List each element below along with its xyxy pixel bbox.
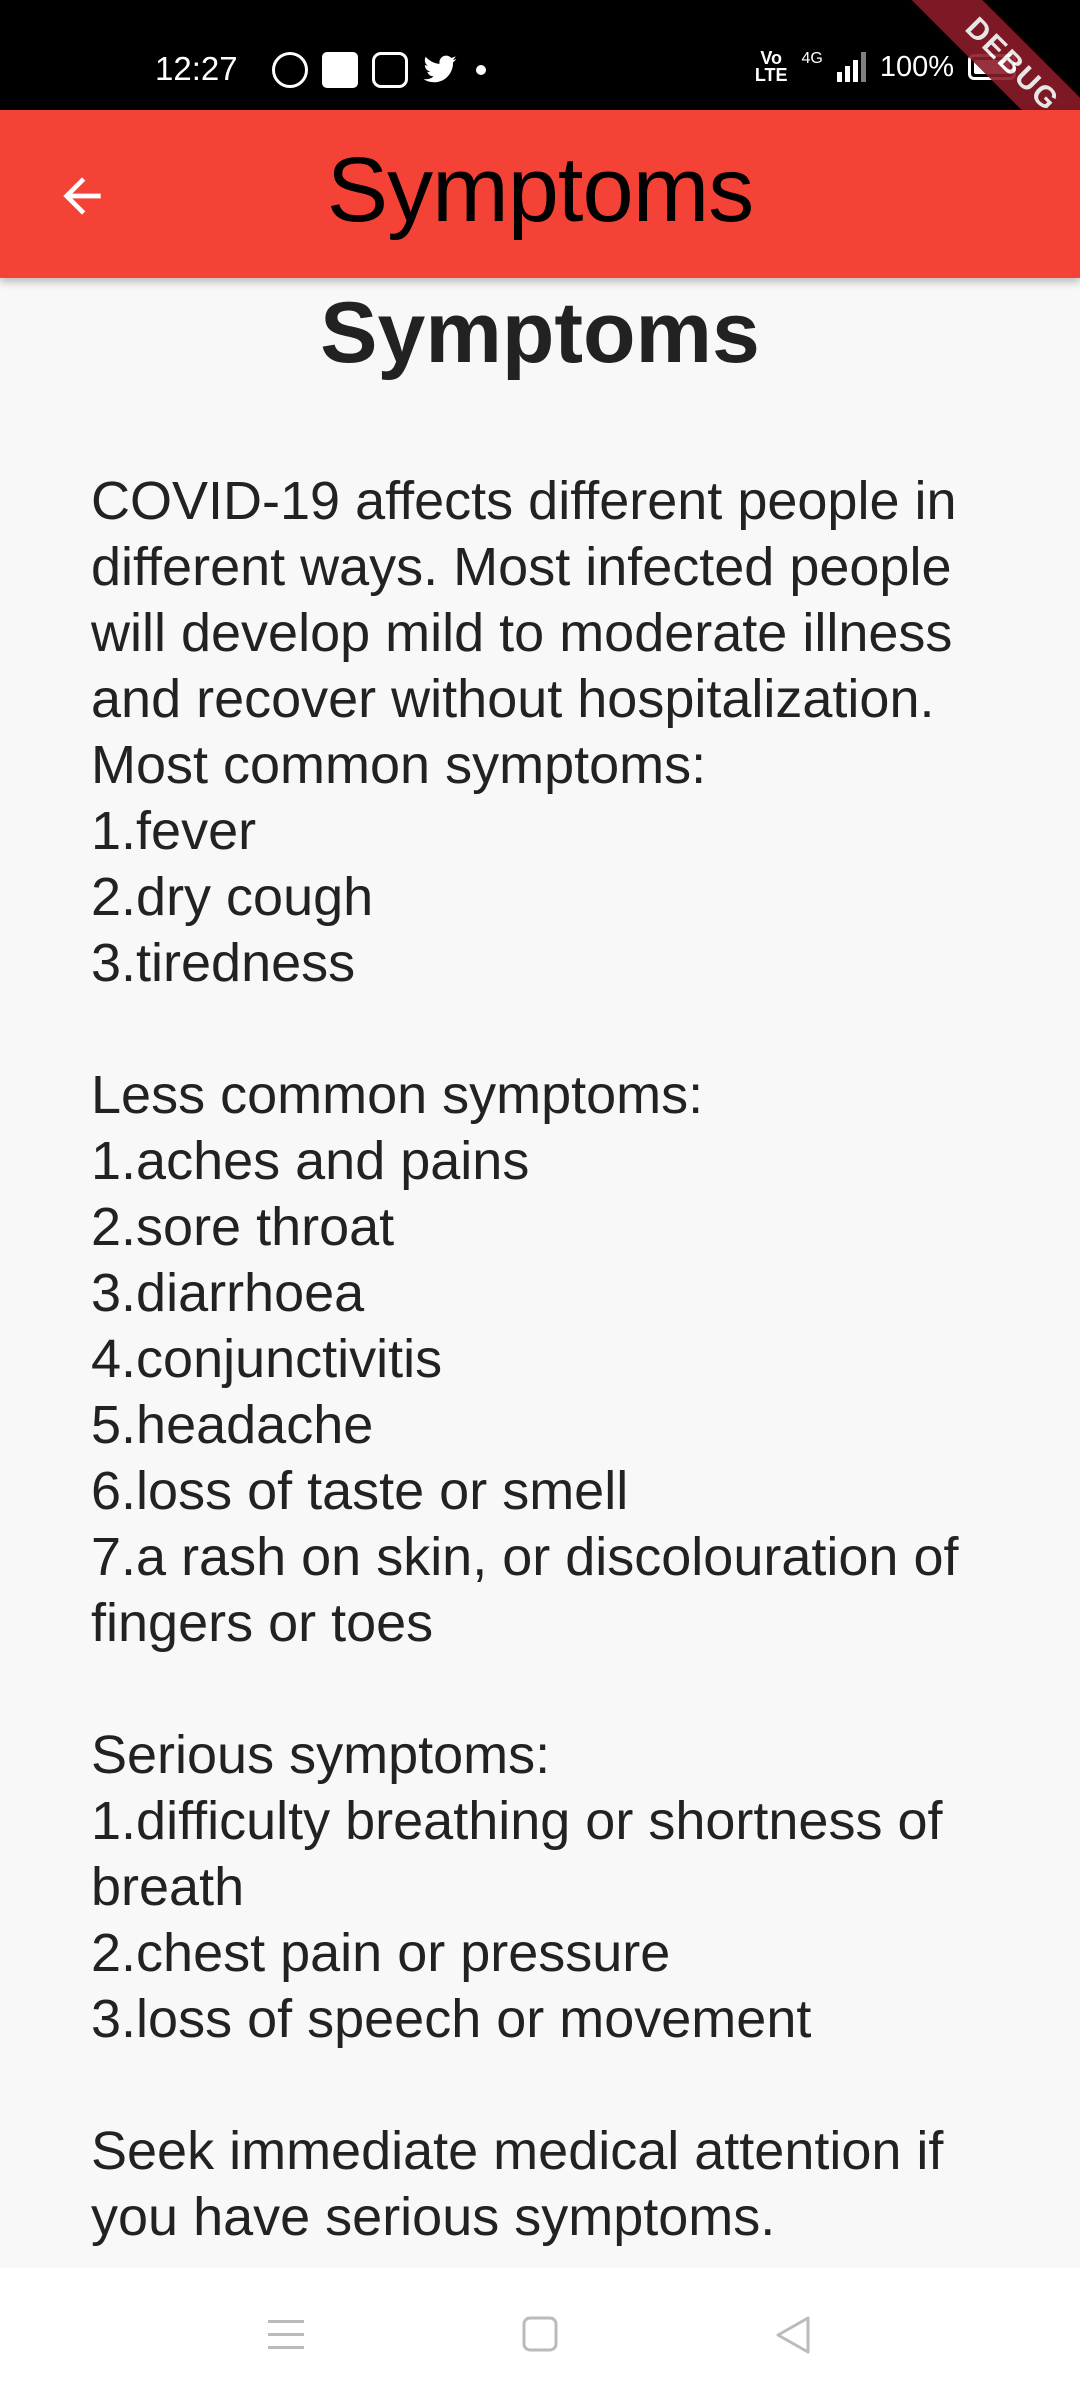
notification-icons	[272, 52, 486, 88]
nav-back-button[interactable]	[764, 2310, 824, 2360]
more-notifications-icon	[476, 65, 486, 75]
symptoms-text: COVID-19 affects different people in dif…	[91, 471, 959, 2247]
nav-home-button[interactable]	[510, 2310, 570, 2360]
network-type: 4G	[801, 50, 823, 67]
whatsapp-icon	[272, 52, 308, 88]
signal-icon	[836, 52, 866, 82]
video-app-icon	[322, 52, 358, 88]
back-triangle-icon	[776, 2316, 810, 2354]
status-bar: 12:27 Vo LTE 4G 100%	[0, 0, 1080, 110]
page-heading: Symptoms	[320, 285, 760, 381]
nav-menu-button[interactable]	[256, 2310, 316, 2360]
system-nav-bar	[0, 2268, 1080, 2400]
menu-icon	[268, 2320, 304, 2349]
app-bar: Symptoms	[0, 110, 1080, 278]
status-time: 12:27	[155, 50, 238, 87]
app-bar-title: Symptoms	[326, 139, 755, 241]
instagram-icon	[372, 52, 408, 88]
twitter-icon	[422, 52, 458, 88]
battery-percent: 100%	[879, 50, 954, 83]
volte-indicator: Vo LTE	[754, 48, 788, 85]
content-scroll[interactable]: Symptoms COVID-19 affects different peop…	[0, 278, 1080, 2268]
home-icon	[522, 2316, 558, 2352]
